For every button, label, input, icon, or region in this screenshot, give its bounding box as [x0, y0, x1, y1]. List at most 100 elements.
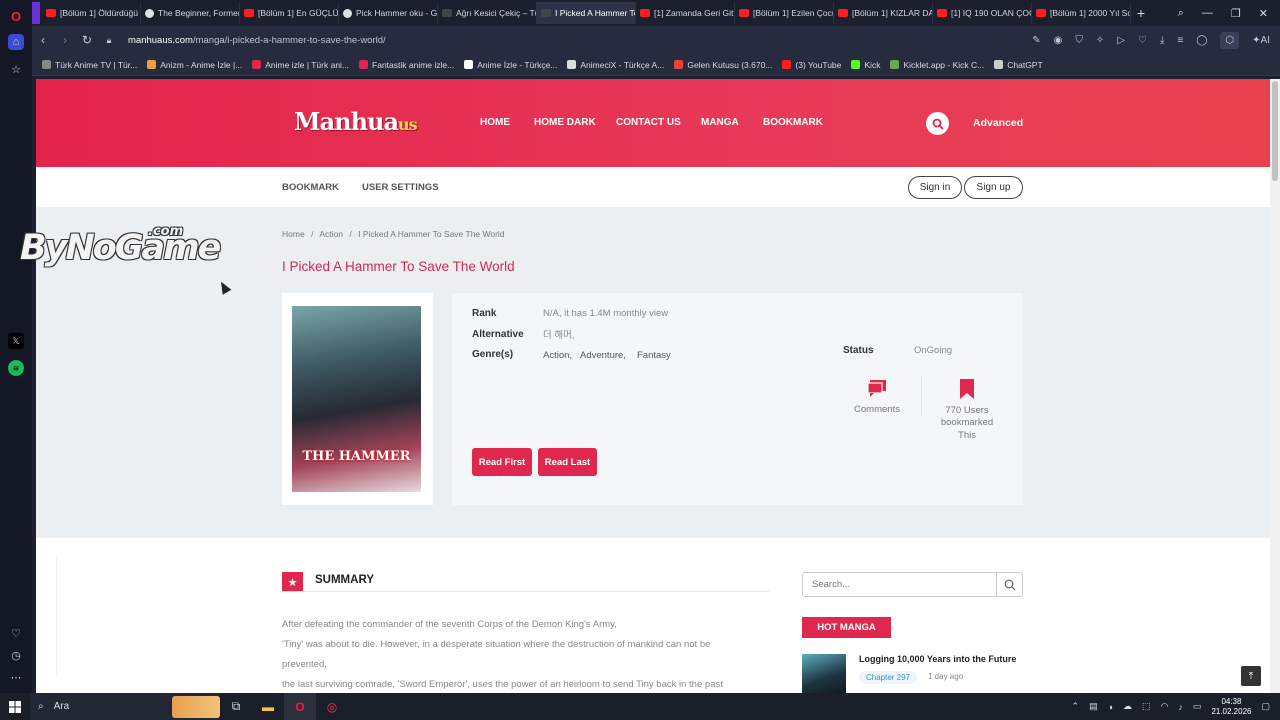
comments-stat[interactable]: Comments	[847, 379, 907, 415]
cloud-icon[interactable]: ☁	[1123, 701, 1132, 712]
search-icon: ⌕	[38, 701, 44, 712]
ai-button[interactable]: ✦AI	[1252, 35, 1270, 46]
hot-manga-thumbnail[interactable]	[802, 654, 846, 693]
new-tab-button[interactable]: +	[1131, 5, 1151, 21]
reload-icon[interactable]: ↻	[76, 33, 98, 47]
bookmark-item[interactable]: Anime İzle - Türkçe...	[464, 60, 557, 70]
tab-label: [Bölüm 1] KIZLAR DA	[852, 8, 933, 18]
advanced-search-link[interactable]: Advanced	[973, 117, 1023, 129]
close-icon[interactable]: ✕	[1259, 7, 1268, 20]
back-to-top-button[interactable]: ⤒	[1241, 666, 1261, 686]
sidebar-search-input[interactable]: Search...	[802, 572, 1023, 597]
clock[interactable]: 04:38 21.02.2026	[1211, 697, 1251, 717]
bookmark-stat[interactable]: 770 Users bookmarked This	[932, 379, 1002, 442]
search-button[interactable]	[926, 112, 949, 135]
breadcrumb-home[interactable]: Home	[282, 229, 305, 239]
subnav-user-settings[interactable]: USER SETTINGS	[362, 182, 439, 193]
bookmark-item[interactable]: (3) YouTube	[782, 60, 841, 70]
sign-up-button[interactable]: Sign up	[964, 176, 1023, 199]
bookmark-item[interactable]: Anizm - Anime İzle |...	[147, 60, 242, 70]
nav-home[interactable]: HOME	[480, 117, 510, 128]
nav-bookmark[interactable]: BOOKMARK	[763, 117, 823, 128]
x-icon[interactable]: 𝕏	[8, 333, 24, 349]
bookmark-item[interactable]: Kick	[851, 60, 880, 70]
shield-icon[interactable]: ⛉	[1075, 35, 1083, 46]
browser-tab[interactable]: The Beginner, Formerl	[141, 2, 240, 24]
profile-icon[interactable]: ◯	[1196, 35, 1207, 46]
browser-tab[interactable]: [1] Zamanda Geri Gitti	[636, 2, 735, 24]
genre-adventure[interactable]: Adventure,	[580, 350, 626, 361]
bookmark-item[interactable]: Gelen Kutusu (3.670...	[674, 60, 772, 70]
history-icon[interactable]: ◷	[8, 647, 24, 663]
browser-tab[interactable]: [Bölüm 1] En GÜÇLÜ	[240, 2, 339, 24]
heart-icon[interactable]: ♡	[8, 625, 24, 641]
bookmark-item[interactable]: Türk Anime TV | Tür...	[42, 60, 137, 70]
url-field[interactable]: manhuaus.com/manga/i-picked-a-hammer-to-…	[128, 35, 386, 46]
read-last-button[interactable]: Read Last	[538, 448, 597, 476]
sign-in-button[interactable]: Sign in	[908, 176, 962, 199]
browser-tab[interactable]: [Bölüm 1] KIZLAR DA	[834, 2, 933, 24]
bookmark-item[interactable]: Anime izle | Türk ani...	[252, 60, 349, 70]
home-icon[interactable]: ⌂	[8, 34, 24, 50]
battery-icon[interactable]: ▭	[1193, 701, 1202, 712]
forward-icon[interactable]: ›	[54, 33, 76, 47]
opera-logo-icon[interactable]: O	[8, 8, 24, 24]
genre-fantasy[interactable]: Fantasy	[637, 350, 671, 361]
volume-icon[interactable]: ♪	[1178, 702, 1183, 712]
bookmark-item[interactable]: Fantastik anime izle...	[359, 60, 454, 70]
browser-tab[interactable]: Ağrı Kesici Çekiç – Tür	[438, 2, 537, 24]
download-icon[interactable]: ⤓	[1160, 35, 1164, 46]
browser-tab[interactable]: [Bölüm 1] Öldürdüğü	[42, 2, 141, 24]
bookmark-item[interactable]: Kicklet.app - Kick C...	[890, 60, 984, 70]
browser-tab[interactable]: Pick Hammer oku - Go	[339, 2, 438, 24]
nav-manga[interactable]: MANGA	[701, 117, 739, 128]
star-icon[interactable]: ☆	[8, 61, 24, 77]
read-first-button[interactable]: Read First	[472, 448, 532, 476]
edit-icon[interactable]: ✎	[1032, 35, 1040, 46]
browser-tab[interactable]: [1] IQ 190 OLAN ÇOC	[933, 2, 1032, 24]
bookmark-item[interactable]: AnimeciX - Türkçe A...	[567, 60, 664, 70]
browser-tab[interactable]: [Bölüm 1] 2000 Yıl Sor	[1032, 2, 1131, 24]
opera-taskbar-icon[interactable]: O	[284, 693, 316, 720]
hot-manga-chapter[interactable]: Chapter 297	[859, 671, 918, 684]
settings-icon[interactable]: ⬡	[1220, 31, 1240, 49]
browser-tab[interactable]: I Picked A Hammer To Sav	[537, 2, 636, 24]
scrollbar-thumb[interactable]	[1272, 81, 1278, 181]
tab-label: [Bölüm 1] En GÜÇLÜ	[258, 8, 339, 18]
heart-outline-icon[interactable]: ♡	[1138, 35, 1147, 46]
browser-tab[interactable]: [Bölüm 1] Ezilen Çocu	[735, 2, 834, 24]
tab-label: I Picked A Hammer To Sav	[555, 8, 635, 18]
app-tray-icon[interactable]: ◑	[1108, 702, 1113, 712]
task-view-icon[interactable]: ⧉	[220, 693, 252, 720]
wifi-icon[interactable]: ◠	[1161, 701, 1169, 712]
network-icon[interactable]: ▤	[1089, 701, 1098, 712]
nav-contact-us[interactable]: CONTACT US	[616, 117, 681, 128]
file-explorer-icon[interactable]: ▬	[252, 693, 284, 720]
bookmark-item[interactable]: ChatGPT	[994, 60, 1043, 70]
tray-app-icon[interactable]: ⬚	[1142, 701, 1151, 712]
more-icon[interactable]: ⋯	[8, 669, 24, 685]
search-icon[interactable]	[996, 573, 1022, 596]
play-icon[interactable]: ▷	[1117, 35, 1125, 46]
site-logo[interactable]: Manhuaus	[294, 107, 418, 136]
back-icon[interactable]: ‹	[32, 33, 54, 47]
page-scrollbar[interactable]	[1270, 79, 1280, 693]
menu-icon[interactable]: ≡	[1177, 35, 1183, 46]
spotify-icon[interactable]: ≋	[8, 360, 24, 376]
notifications-icon[interactable]: ▢	[1261, 701, 1270, 712]
hot-manga-title[interactable]: Logging 10,000 Years into the Future	[859, 654, 1016, 664]
maximize-icon[interactable]: ❐	[1231, 7, 1241, 20]
extensions-icon[interactable]: ✧	[1096, 35, 1104, 46]
opera-gx-taskbar-icon[interactable]: ◎	[316, 693, 348, 720]
subnav-bookmark[interactable]: BOOKMARK	[282, 182, 339, 193]
nav-home-dark[interactable]: HOME DARK	[534, 117, 596, 128]
search-tabs-icon[interactable]: ⌕	[1178, 7, 1184, 20]
taskbar-search[interactable]: ⌕ Ara	[30, 693, 220, 720]
minimize-icon[interactable]: —	[1202, 7, 1213, 19]
start-button[interactable]	[0, 700, 30, 713]
camera-icon[interactable]: ◉	[1054, 35, 1063, 46]
breadcrumb-action[interactable]: Action	[319, 229, 343, 239]
bookmark-label: Gelen Kutusu (3.670...	[687, 59, 773, 70]
genre-action[interactable]: Action,	[543, 350, 572, 361]
chevron-up-icon[interactable]: ⌃	[1072, 701, 1080, 712]
